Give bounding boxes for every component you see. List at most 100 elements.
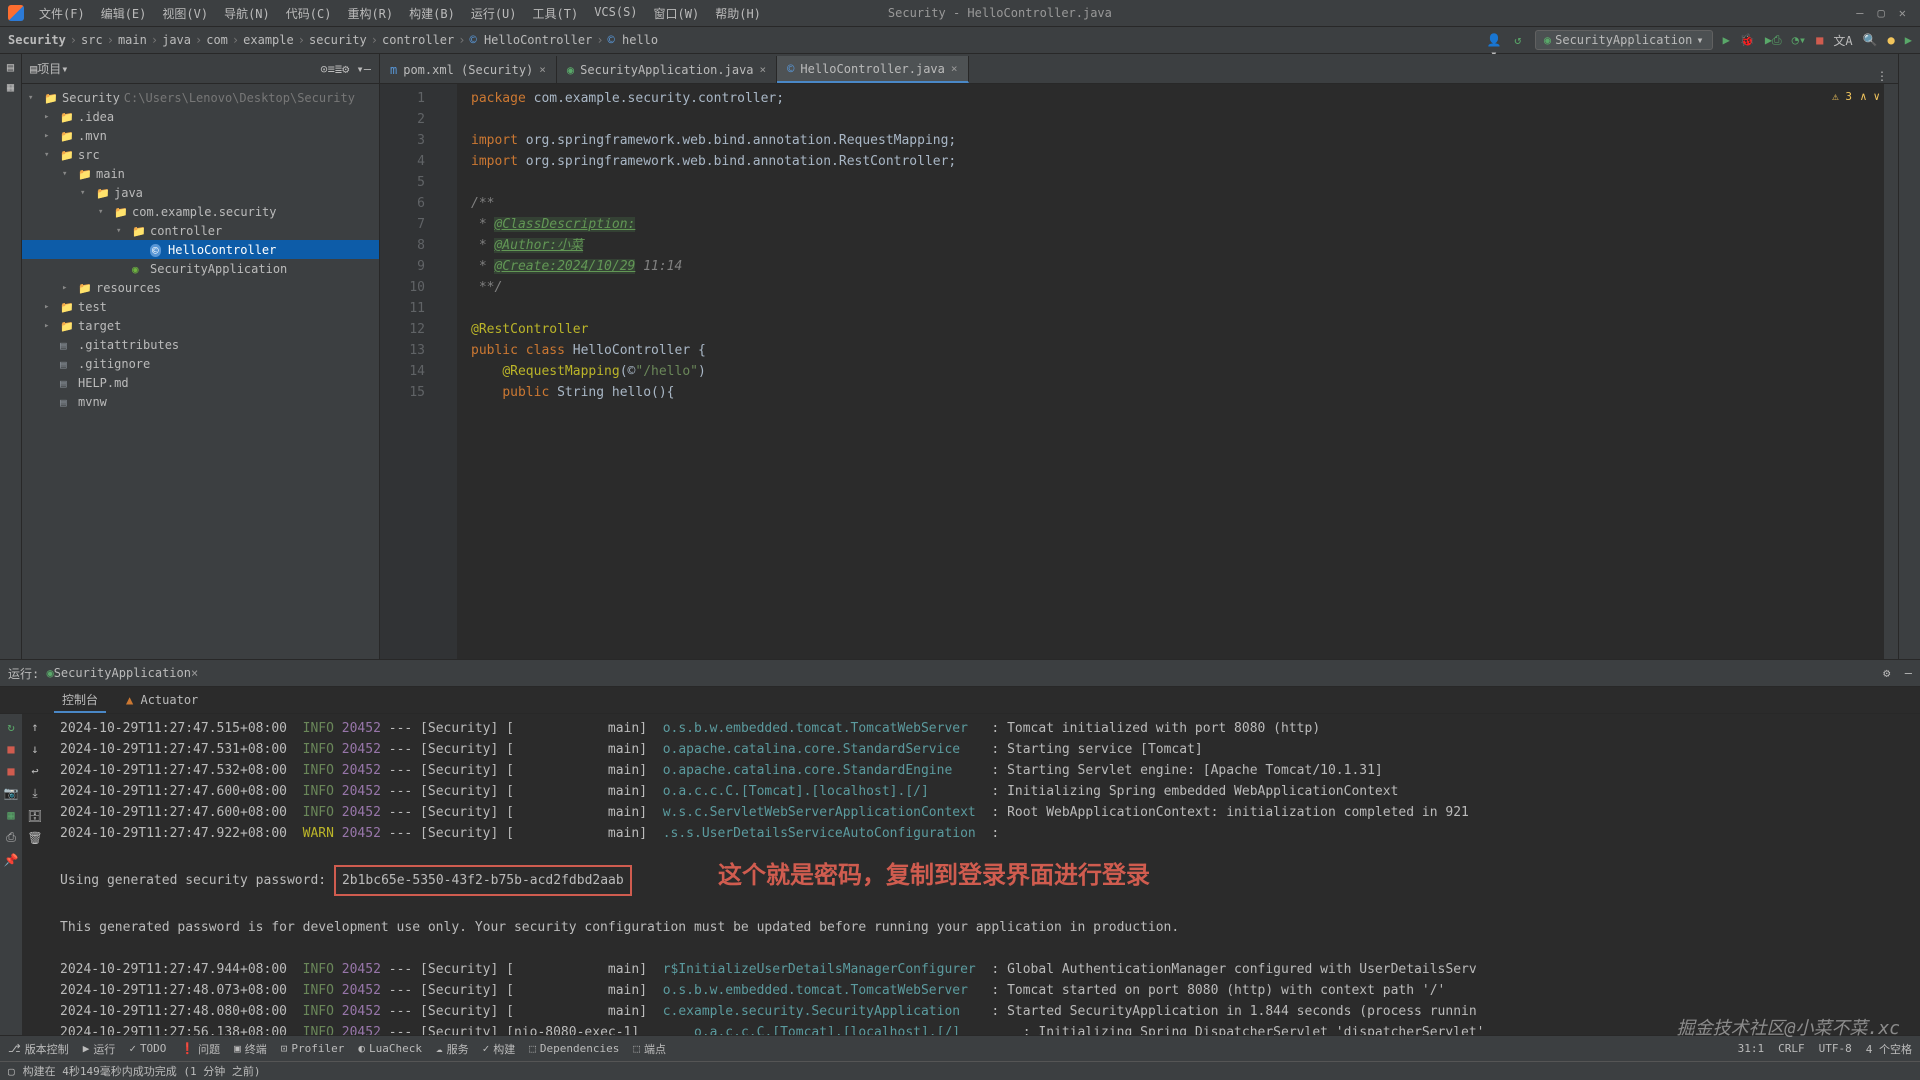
- status-item[interactable]: ☁服务: [436, 1041, 469, 1057]
- close-icon[interactable]: ×: [951, 62, 958, 75]
- gear-icon[interactable]: ⚙ ▾: [342, 62, 364, 76]
- chevron-down-icon[interactable]: ▾: [61, 62, 68, 76]
- tree-item[interactable]: SecurityApplication: [22, 259, 379, 278]
- menu-item[interactable]: 视图(V): [155, 5, 215, 22]
- crumb-item[interactable]: java: [162, 33, 191, 47]
- crumb-item[interactable]: src: [81, 33, 103, 47]
- print-icon[interactable]: ⎙: [6, 830, 16, 845]
- crumb-item[interactable]: main: [118, 33, 147, 47]
- status-right-item[interactable]: 31:1: [1738, 1042, 1765, 1055]
- hide-icon[interactable]: —: [1905, 666, 1912, 680]
- crumb-item[interactable]: Security: [8, 33, 66, 47]
- expand-icon[interactable]: ≡: [328, 62, 335, 76]
- status-item[interactable]: ⊡Profiler: [281, 1042, 345, 1055]
- tree-item[interactable]: ▾Security C:\Users\Lenovo\Desktop\Securi…: [22, 88, 379, 107]
- structure-tool-icon[interactable]: ▦: [7, 80, 14, 94]
- run-icon[interactable]: ▶: [1723, 33, 1730, 47]
- code[interactable]: package com.example.security.controller;…: [457, 84, 1884, 659]
- maximize-icon[interactable]: ▢: [1878, 6, 1885, 20]
- down-icon[interactable]: ↓: [31, 742, 38, 756]
- status-item[interactable]: ✓TODO: [129, 1042, 166, 1055]
- close-icon[interactable]: ✕: [1899, 6, 1906, 20]
- breadcrumb[interactable]: Security›src›main›java›com›example›secur…: [8, 33, 658, 47]
- sync-icon[interactable]: ↺: [1511, 33, 1525, 47]
- coverage-icon[interactable]: ▶⎙: [1765, 33, 1782, 48]
- close-icon[interactable]: ×: [760, 63, 767, 76]
- crumb-item[interactable]: © HelloController: [469, 33, 592, 47]
- stop2-icon[interactable]: ■: [7, 764, 14, 778]
- crumb-item[interactable]: © hello: [608, 33, 659, 47]
- play2-icon[interactable]: ▶: [1905, 33, 1912, 47]
- editor-tab[interactable]: mpom.xml (Security)×: [380, 56, 557, 83]
- console-output[interactable]: 2024-10-29T11:27:47.515+08:00 INFO 20452…: [48, 714, 1920, 1035]
- menu-item[interactable]: 文件(F): [32, 5, 92, 22]
- menu-item[interactable]: VCS(S): [587, 5, 644, 22]
- avatar-icon[interactable]: ●: [1888, 33, 1895, 47]
- pin-icon[interactable]: 📌: [4, 853, 19, 867]
- menu-item[interactable]: 工具(T): [526, 5, 586, 22]
- error-stripe[interactable]: [1884, 84, 1898, 659]
- status-item[interactable]: ❗问题: [180, 1041, 220, 1057]
- tab-console[interactable]: 控制台: [54, 688, 106, 713]
- code-area[interactable]: 123456789101112131415 package com.exampl…: [380, 84, 1898, 659]
- tree-item[interactable]: ▾com.example.security: [22, 202, 379, 221]
- search-icon[interactable]: 🔍: [1863, 33, 1878, 47]
- menu-item[interactable]: 代码(C): [279, 5, 339, 22]
- up-icon[interactable]: ↑: [31, 720, 38, 734]
- crumb-item[interactable]: com: [206, 33, 228, 47]
- debug-icon[interactable]: 🐞: [1740, 33, 1755, 47]
- tree-item[interactable]: ▸resources: [22, 278, 379, 297]
- more-tabs-icon[interactable]: ⋮: [1876, 69, 1898, 83]
- locate-icon[interactable]: ⊙: [320, 62, 327, 76]
- project-tree[interactable]: ▾Security C:\Users\Lenovo\Desktop\Securi…: [22, 84, 379, 659]
- tree-item[interactable]: .gitattributes: [22, 335, 379, 354]
- close-icon[interactable]: ×: [539, 63, 546, 76]
- status-item[interactable]: ⎇版本控制: [8, 1041, 69, 1057]
- tree-item[interactable]: ▾src: [22, 145, 379, 164]
- tree-item[interactable]: ▸.mvn: [22, 126, 379, 145]
- camera-icon[interactable]: 📷: [4, 786, 19, 800]
- editor-tab[interactable]: ©HelloController.java×: [777, 56, 968, 83]
- layout-icon[interactable]: ▦: [7, 808, 14, 822]
- tree-item[interactable]: ▾controller: [22, 221, 379, 240]
- run-config-combo[interactable]: ◉ SecurityApplication ▾: [1535, 30, 1713, 50]
- tree-item[interactable]: mvnw: [22, 392, 379, 411]
- collapse-icon[interactable]: ≣: [335, 62, 342, 76]
- project-label[interactable]: 项目: [37, 60, 61, 77]
- tab-actuator[interactable]: ▲ Actuator: [118, 690, 206, 710]
- menu-item[interactable]: 构建(B): [402, 5, 462, 22]
- wrap-icon[interactable]: ↩: [31, 764, 38, 778]
- tree-item[interactable]: ▸test: [22, 297, 379, 316]
- menu-item[interactable]: 编辑(E): [94, 5, 154, 22]
- user-icon[interactable]: 👤▾: [1487, 33, 1501, 47]
- clear-icon[interactable]: 🗄: [27, 809, 42, 823]
- status-item[interactable]: ⬚Dependencies: [529, 1042, 619, 1055]
- stop-icon[interactable]: ■: [7, 742, 14, 756]
- menu-item[interactable]: 导航(N): [217, 5, 277, 22]
- profile-icon[interactable]: ◔▾: [1792, 33, 1806, 47]
- gear-icon[interactable]: ⚙: [1883, 666, 1890, 680]
- chevrons-icon[interactable]: ∧ ∨: [1860, 90, 1880, 103]
- hide-icon[interactable]: —: [364, 62, 371, 76]
- stop-icon[interactable]: ■: [1816, 33, 1823, 47]
- menu-item[interactable]: 重构(R): [340, 5, 400, 22]
- status-item[interactable]: ▶运行: [83, 1041, 116, 1057]
- status-right-item[interactable]: UTF-8: [1819, 1042, 1852, 1055]
- tab-close-icon[interactable]: ×: [191, 666, 198, 680]
- menu-item[interactable]: 窗口(W): [647, 5, 707, 22]
- minimize-icon[interactable]: —: [1856, 6, 1863, 20]
- status-item[interactable]: ⬚端点: [633, 1041, 666, 1057]
- scroll-icon[interactable]: ⤓: [32, 786, 37, 801]
- crumb-item[interactable]: security: [309, 33, 367, 47]
- tree-item[interactable]: HelloController: [22, 240, 379, 259]
- crumb-item[interactable]: example: [243, 33, 294, 47]
- status-item[interactable]: ✓构建: [483, 1041, 516, 1057]
- status-right-item[interactable]: 4 个空格: [1866, 1041, 1912, 1057]
- status-item[interactable]: ▣终端: [234, 1041, 267, 1057]
- tree-item[interactable]: ▾java: [22, 183, 379, 202]
- menu-item[interactable]: 帮助(H): [708, 5, 768, 22]
- status-item[interactable]: ◐LuaCheck: [358, 1042, 422, 1055]
- tree-item[interactable]: ▸.idea: [22, 107, 379, 126]
- tree-item[interactable]: .gitignore: [22, 354, 379, 373]
- tree-item[interactable]: HELP.md: [22, 373, 379, 392]
